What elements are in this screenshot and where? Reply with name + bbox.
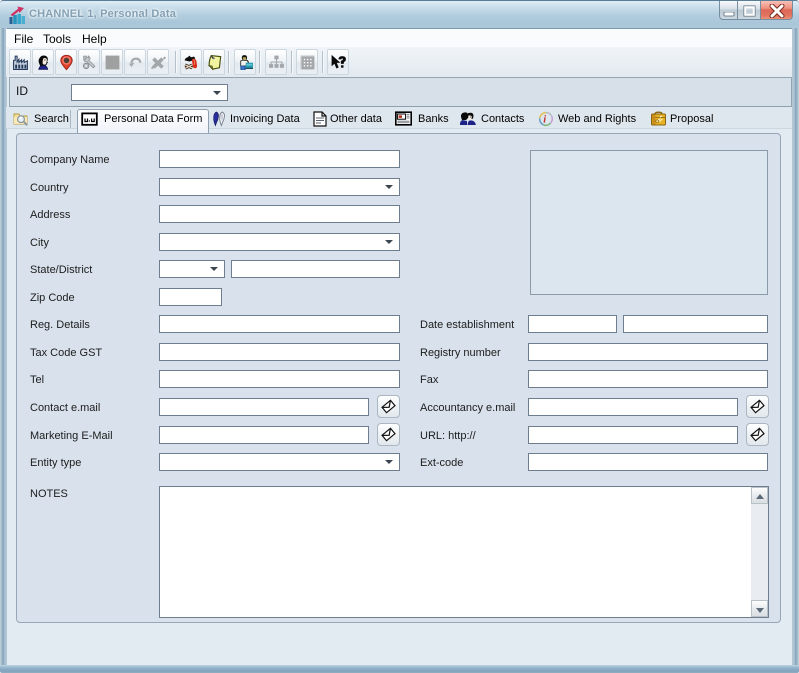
svg-text:i: i xyxy=(543,115,546,126)
